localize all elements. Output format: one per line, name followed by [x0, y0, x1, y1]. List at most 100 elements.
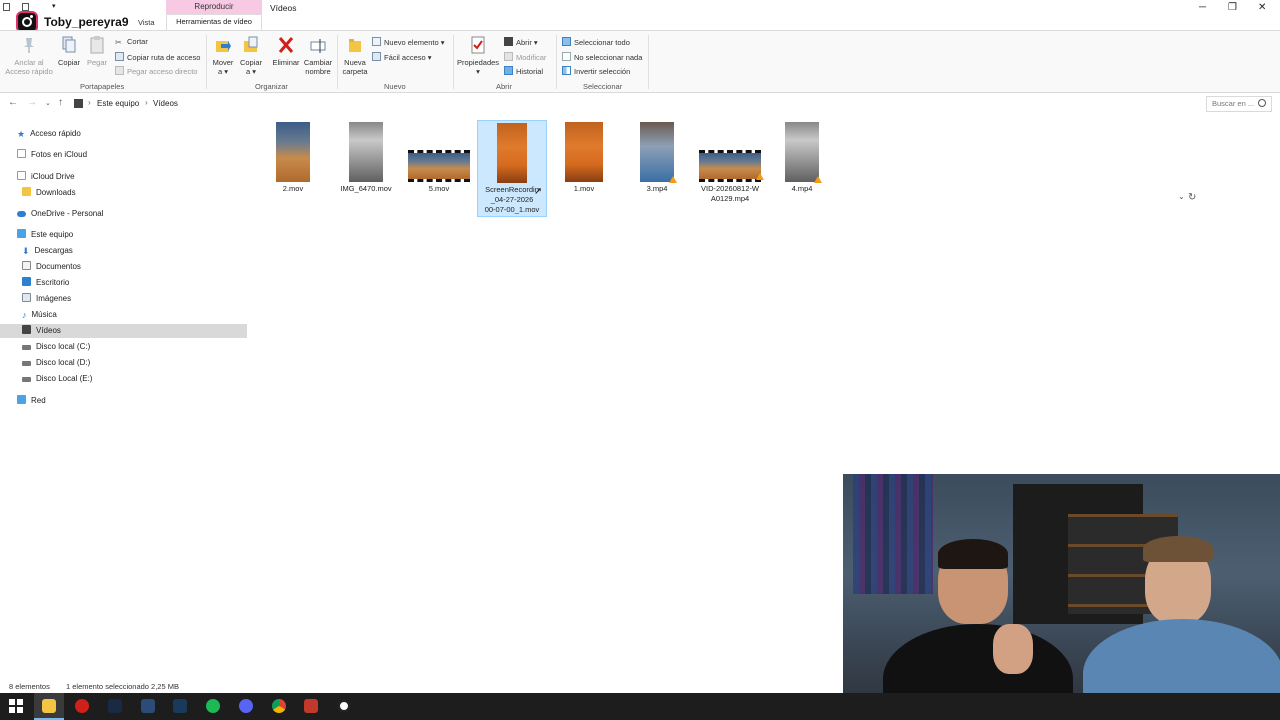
- rename-button[interactable]: Cambiar nombre: [302, 35, 334, 76]
- nav-onedrive[interactable]: OneDrive - Personal: [17, 207, 103, 221]
- new-item-button[interactable]: Nuevo elemento ▾: [372, 37, 444, 47]
- nav-label: Vídeos: [36, 326, 61, 335]
- recent-locations-icon[interactable]: ⌄: [45, 99, 51, 107]
- open-media-icon: [504, 37, 513, 46]
- move-folder-icon: [216, 41, 231, 52]
- paste-shortcut-button[interactable]: Pegar acceso directo: [115, 66, 197, 76]
- nav-disk-c[interactable]: Disco local (C:): [22, 340, 90, 354]
- delete-button[interactable]: Eliminar: [270, 35, 302, 67]
- audio-app-icon[interactable]: [141, 699, 155, 713]
- address-dropdown-icon[interactable]: ⌄: [1178, 192, 1185, 201]
- file-item[interactable]: 1.mov: [549, 120, 619, 194]
- new-folder-button[interactable]: Nueva carpeta: [340, 35, 370, 76]
- group-label-nuevo: Nuevo: [384, 82, 406, 91]
- copy-icon: [62, 36, 76, 53]
- mouse-cursor-icon: ➚: [534, 186, 543, 197]
- copy-button[interactable]: Copiar: [56, 35, 82, 67]
- open-button[interactable]: Abrir ▾: [504, 37, 538, 47]
- copy-to-button[interactable]: Copiar a ▾: [238, 35, 264, 76]
- nav-disk-d[interactable]: Disco local (D:): [22, 356, 90, 370]
- copy-folder-icon: [244, 36, 258, 52]
- start-icon[interactable]: [9, 699, 23, 713]
- nav-imagenes[interactable]: Imágenes: [22, 292, 71, 306]
- discord-icon[interactable]: [239, 699, 253, 713]
- nav-label: Acceso rápido: [30, 129, 81, 138]
- app-red-icon[interactable]: [75, 699, 89, 713]
- nav-quick-access[interactable]: ★ Acceso rápido: [17, 127, 81, 141]
- nav-disk-e[interactable]: Disco Local (E:): [22, 372, 92, 386]
- file-item[interactable]: 4.mp4: [767, 120, 837, 194]
- status-bar: 8 elementos 1 elemento seleccionado 2,25…: [0, 680, 843, 692]
- pin-quick-access-button[interactable]: Anclar al Acceso rápido: [4, 35, 54, 76]
- group-label-seleccionar: Seleccionar: [583, 82, 623, 91]
- breadcrumb-videos[interactable]: Vídeos: [153, 99, 178, 108]
- app-dark-icon[interactable]: [108, 699, 122, 713]
- file-name-line: A0129.mp4: [710, 194, 750, 203]
- file-item[interactable]: IMG_6470.mov: [331, 120, 401, 194]
- file-item[interactable]: VID-20260812-W A0129.mp4: [695, 120, 765, 204]
- nav-label: Música: [31, 310, 57, 319]
- nav-escritorio[interactable]: Escritorio: [22, 276, 69, 290]
- breadcrumb-separator[interactable]: ›: [88, 98, 91, 107]
- steam-icon[interactable]: [173, 699, 187, 713]
- history-button[interactable]: Historial: [504, 66, 543, 76]
- file-item[interactable]: 5.mov: [404, 120, 474, 194]
- nav-this-pc[interactable]: Este equipo: [17, 228, 73, 242]
- forward-arrow-icon[interactable]: →: [27, 97, 37, 108]
- new-folder-label-2: carpeta: [342, 67, 368, 76]
- nav-descargas[interactable]: ⬇ Descargas: [22, 244, 73, 258]
- spotify-icon[interactable]: [206, 699, 220, 713]
- select-all-button[interactable]: Seleccionar todo: [562, 37, 630, 47]
- group-separator: [206, 35, 207, 89]
- file-item[interactable]: 2.mov: [258, 120, 328, 194]
- move-to-button[interactable]: Mover a ▾: [210, 35, 236, 76]
- up-arrow-icon[interactable]: ↑: [58, 97, 63, 108]
- nav-icloud-photos[interactable]: Fotos en iCloud: [17, 148, 87, 162]
- back-arrow-icon[interactable]: ←: [8, 97, 18, 108]
- tab-herramientas-de-video[interactable]: Herramientas de vídeo: [166, 14, 262, 30]
- file-explorer-icon[interactable]: [42, 699, 56, 713]
- copy-path-button[interactable]: Copiar ruta de acceso: [115, 52, 200, 62]
- nav-network[interactable]: Red: [17, 394, 46, 408]
- file-item[interactable]: 3.mp4: [622, 120, 692, 194]
- paste-button[interactable]: Pegar: [85, 35, 109, 67]
- select-none-button[interactable]: No seleccionar nada: [562, 52, 642, 62]
- edit-icon: [504, 52, 513, 61]
- desktop-icon: [22, 277, 31, 286]
- easy-access-label: Fácil acceso ▾: [384, 53, 432, 62]
- new-folder-label-1: Nueva: [344, 58, 366, 67]
- maximize-button[interactable]: ❐: [1228, 2, 1237, 13]
- breadcrumb-este-equipo[interactable]: Este equipo: [97, 99, 139, 108]
- file-item-selected[interactable]: ScreenRecordin _04-27-2026 00-07-00_1.mo…: [477, 120, 547, 217]
- properties-button[interactable]: Propiedades ▾: [456, 35, 500, 76]
- breadcrumb-separator[interactable]: ›: [145, 98, 148, 107]
- minimize-button[interactable]: ─: [1199, 2, 1206, 13]
- chrome-icon[interactable]: [272, 699, 286, 713]
- icloud-photos-icon: [17, 149, 26, 158]
- path-box[interactable]: [72, 96, 1200, 112]
- nav-icloud-drive[interactable]: iCloud Drive: [17, 170, 75, 184]
- file-name-line: VID-20260812-W: [701, 184, 759, 193]
- refresh-icon[interactable]: ↻: [1188, 192, 1196, 203]
- nav-musica[interactable]: ♪ Música: [22, 308, 57, 322]
- nav-videos[interactable]: Vídeos: [0, 324, 247, 338]
- nav-downloads[interactable]: Downloads: [22, 186, 76, 200]
- close-button[interactable]: ✕: [1258, 2, 1266, 13]
- rename-label-1: Cambiar: [303, 58, 333, 67]
- cut-button[interactable]: ✂ Cortar: [115, 37, 148, 47]
- easy-access-button[interactable]: Fácil acceso ▾: [372, 52, 432, 62]
- nav-label: Escritorio: [36, 278, 70, 287]
- obs-icon[interactable]: [337, 699, 351, 713]
- copy-label: Copiar: [57, 58, 81, 67]
- nav-documentos[interactable]: Documentos: [22, 260, 81, 274]
- video-editor-icon[interactable]: [304, 699, 318, 713]
- invert-selection-button[interactable]: Invertir selección: [562, 66, 630, 76]
- folder-icon: [22, 187, 31, 196]
- new-item-icon: [372, 37, 381, 46]
- edit-button[interactable]: Modificar: [504, 52, 546, 62]
- person-right-hair: [1143, 536, 1213, 562]
- context-tab-reproducir[interactable]: Reproducir: [166, 0, 262, 14]
- history-label: Historial: [516, 67, 544, 76]
- move-label-2: a ▾: [217, 67, 229, 76]
- star-icon: ★: [17, 129, 26, 139]
